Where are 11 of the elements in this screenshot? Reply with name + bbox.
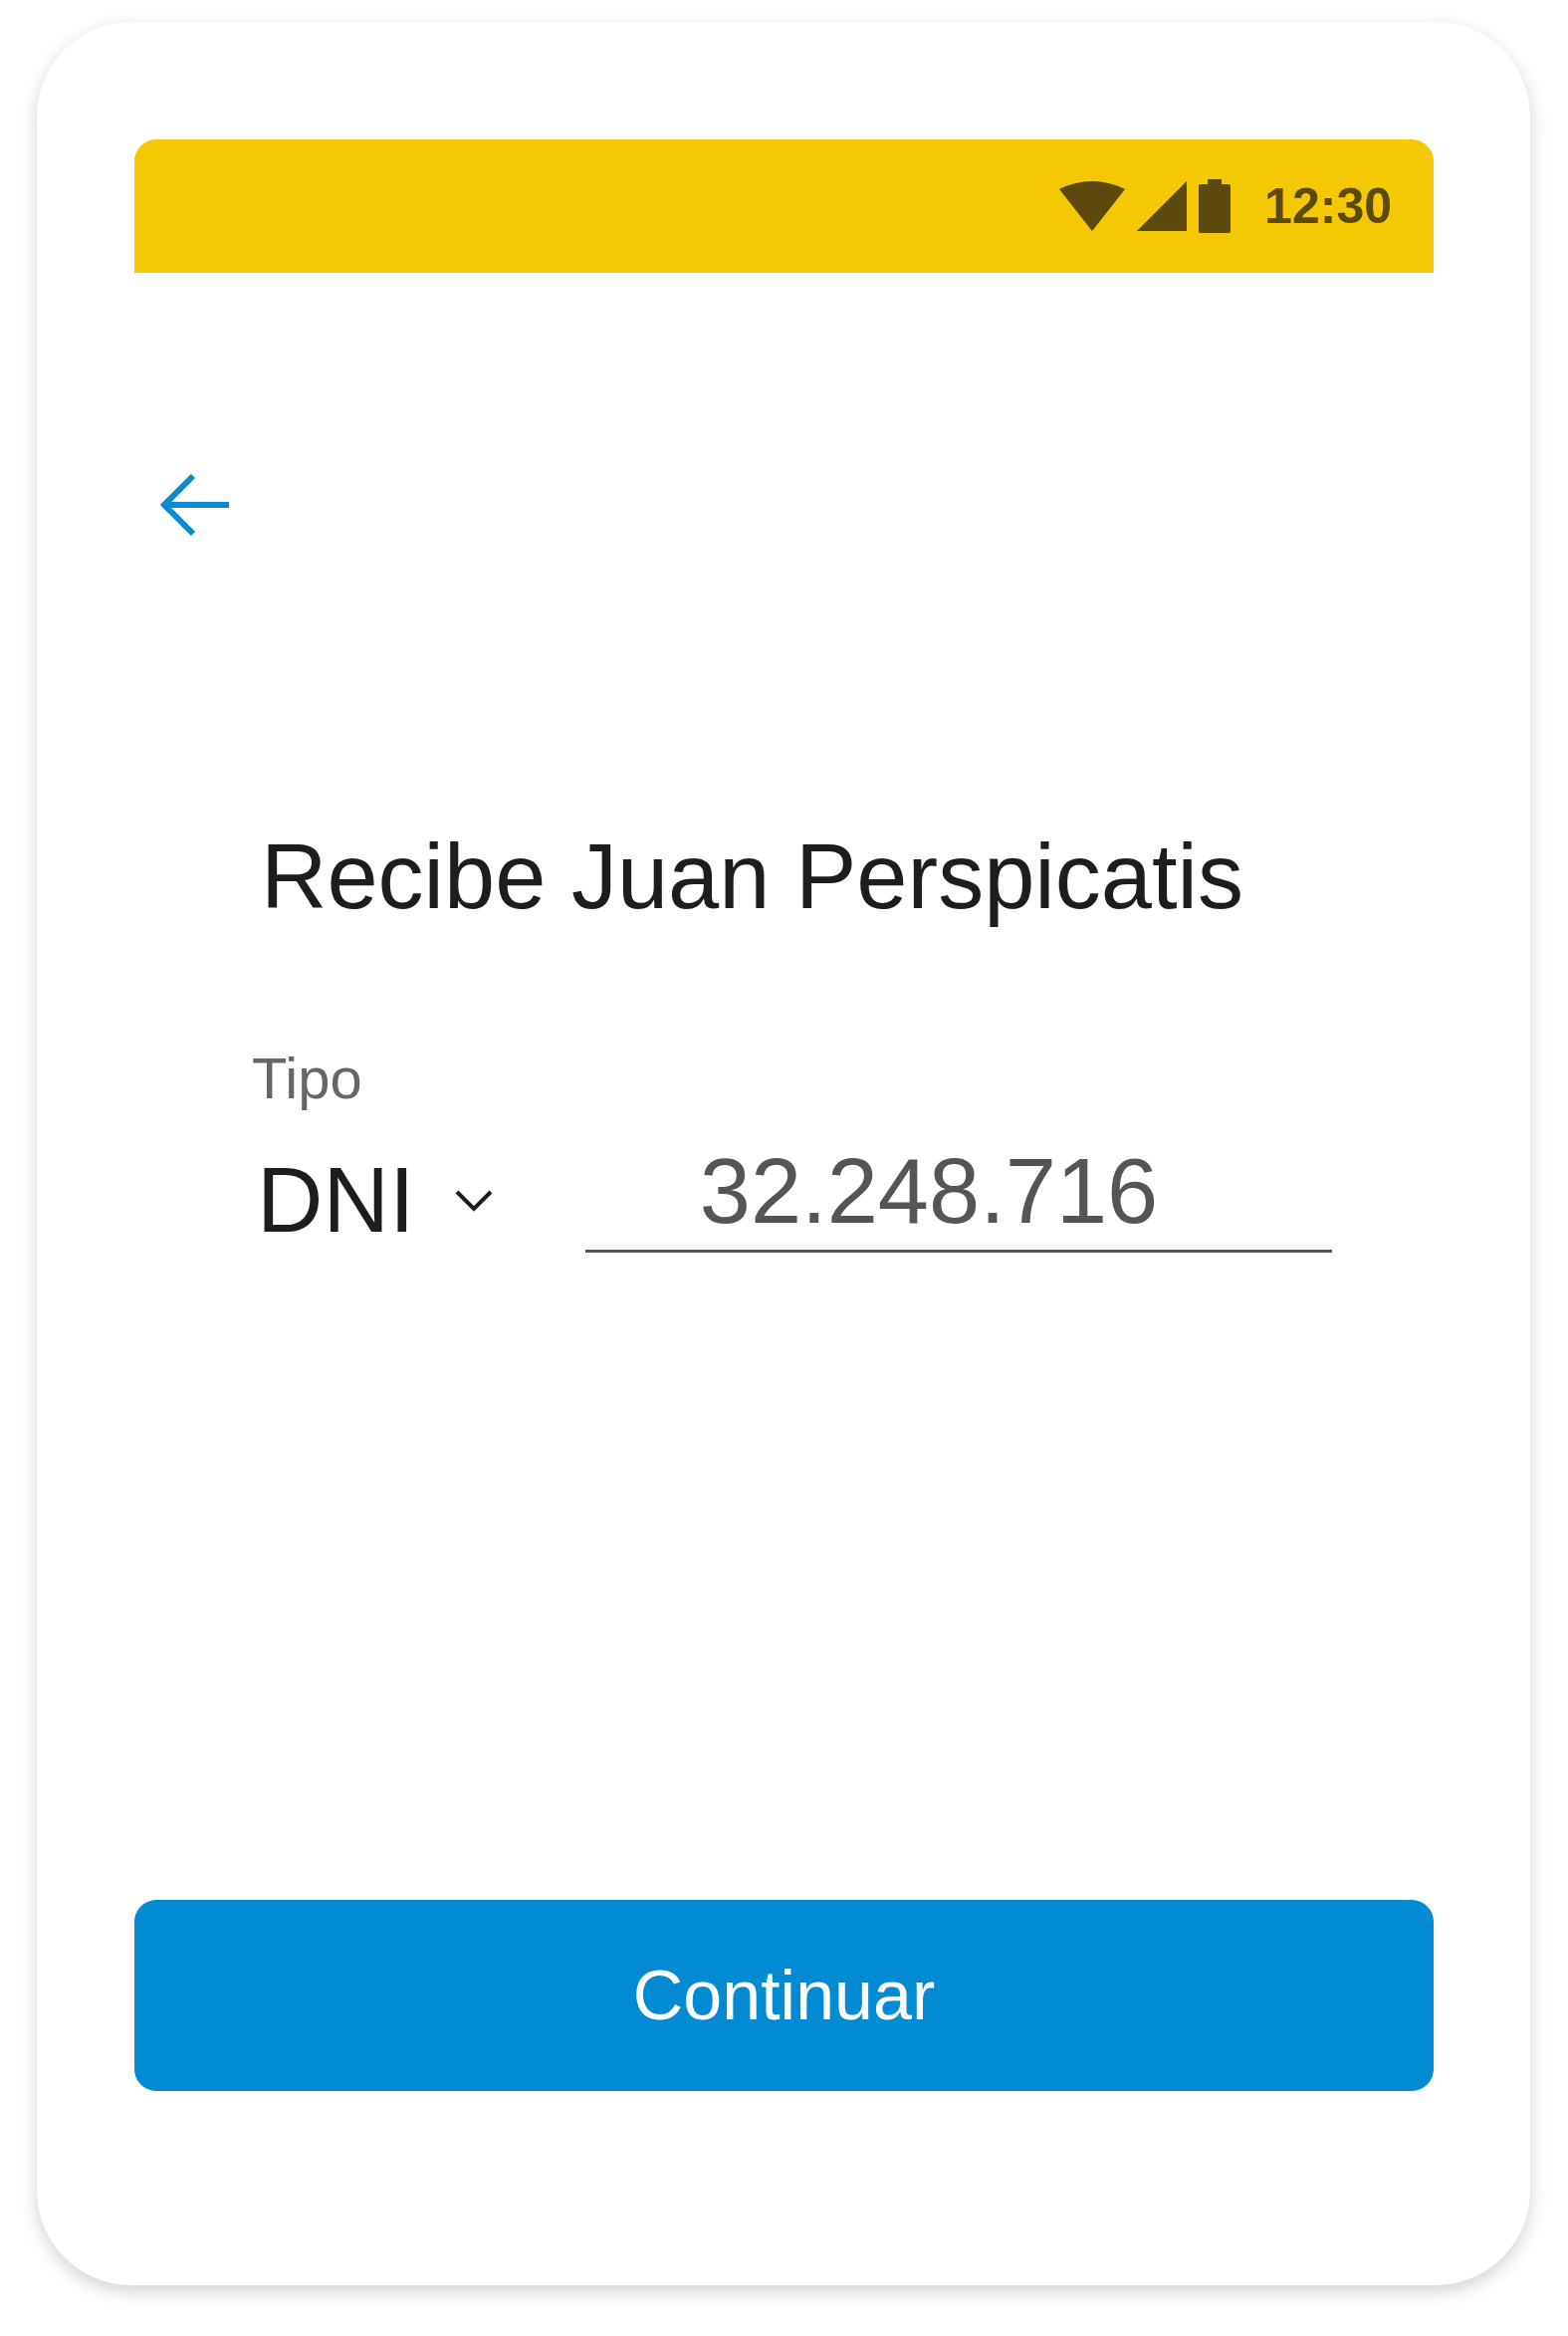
document-type-dropdown[interactable]: DNI	[257, 1148, 585, 1254]
wifi-icon	[1059, 181, 1126, 231]
signal-icon	[1137, 181, 1188, 231]
status-time: 12:30	[1264, 177, 1392, 235]
page-title: Recibe Juan Perspicatis	[261, 826, 1244, 928]
document-number-field[interactable]: 32.248.716	[585, 1139, 1332, 1254]
battery-icon	[1199, 179, 1232, 233]
back-arrow-icon[interactable]	[159, 472, 231, 538]
caret-icon	[454, 1188, 495, 1213]
continue-button[interactable]: Continuar	[134, 1900, 1434, 2091]
field-label: Tipo	[252, 1045, 363, 1112]
